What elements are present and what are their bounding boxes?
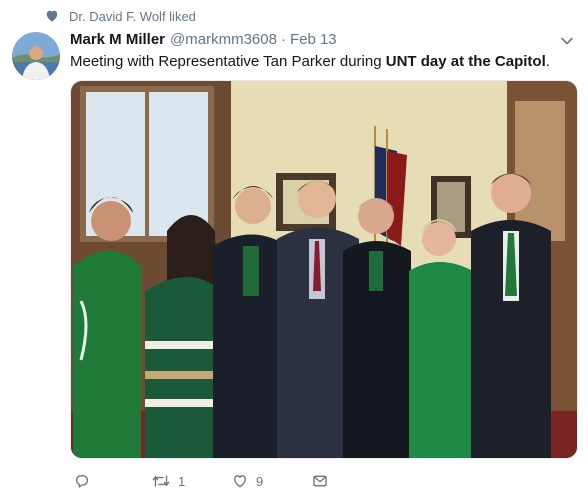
retweet-count: 1 bbox=[178, 473, 186, 489]
reply-icon bbox=[74, 473, 90, 489]
author-handle[interactable]: @markmm3608 bbox=[170, 31, 277, 48]
like-count: 9 bbox=[256, 473, 264, 489]
tweet-text-bold: UNT day at the Capitol bbox=[385, 53, 546, 70]
author-name[interactable]: Mark M Miller bbox=[70, 31, 165, 48]
retweet-button[interactable]: 1 bbox=[152, 470, 185, 492]
tweet-date[interactable]: Feb 13 bbox=[290, 31, 337, 48]
heart-icon bbox=[45, 9, 59, 23]
tweet-header: Mark M Miller @markmm3608 · Feb 13 bbox=[70, 31, 548, 48]
envelope-icon bbox=[312, 473, 328, 489]
tweet-text-start: Meeting with Representative Tan Parker d… bbox=[70, 53, 386, 70]
chevron-down-icon[interactable] bbox=[560, 34, 574, 48]
tweet-text-end: . bbox=[545, 53, 550, 70]
tweet-actions: 1 9 bbox=[70, 470, 530, 492]
tweet-photo[interactable] bbox=[70, 80, 578, 459]
reply-button[interactable] bbox=[74, 470, 98, 492]
social-context-text[interactable]: Dr. David F. Wolf liked bbox=[69, 9, 196, 24]
avatar[interactable] bbox=[12, 32, 60, 80]
like-button[interactable]: 9 bbox=[232, 470, 263, 492]
direct-message-button[interactable] bbox=[312, 470, 336, 492]
heart-outline-icon bbox=[232, 473, 248, 489]
separator-dot: · bbox=[280, 31, 286, 48]
retweet-icon bbox=[152, 473, 170, 489]
social-context: Dr. David F. Wolf liked bbox=[45, 8, 196, 24]
tweet-text: Meeting with Representative Tan Parker d… bbox=[70, 52, 550, 72]
